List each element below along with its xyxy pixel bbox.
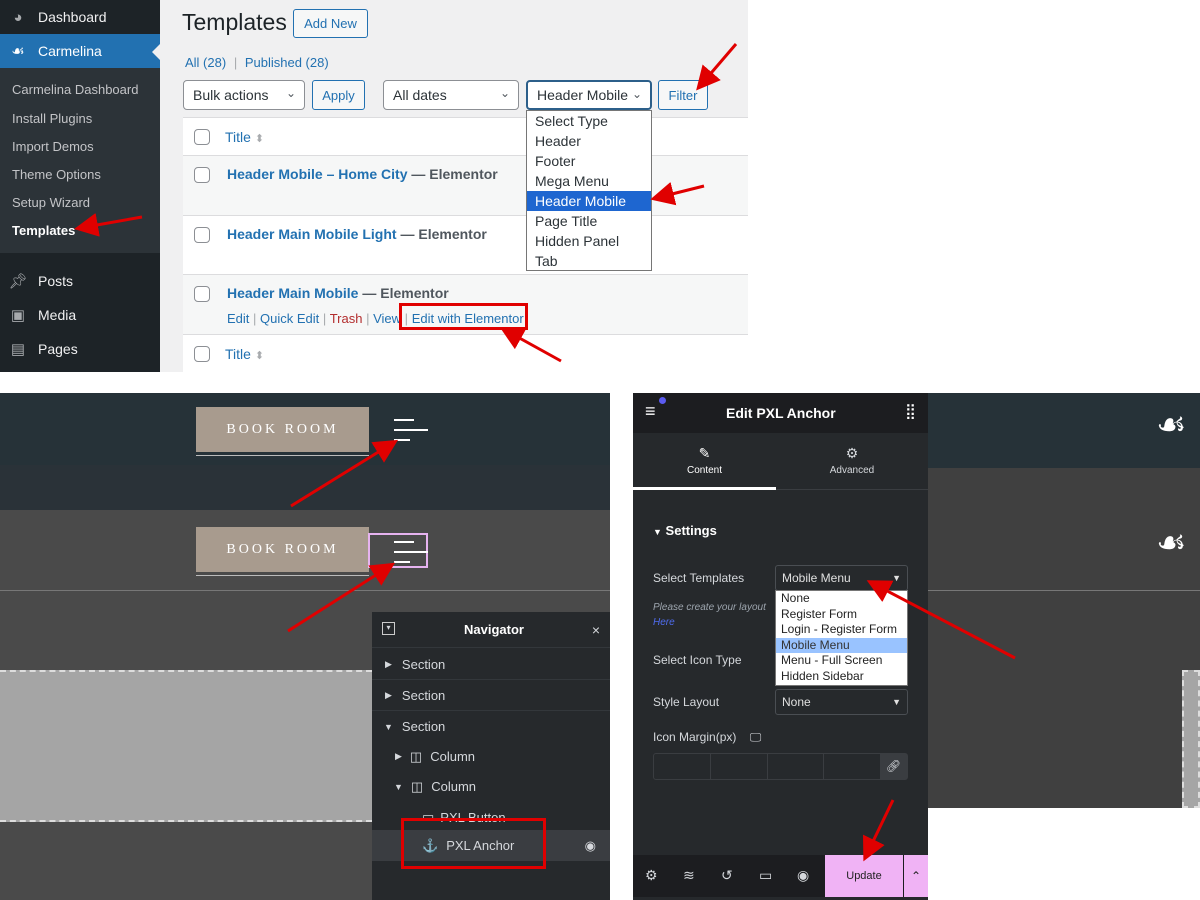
arrow-header-mobile <box>650 181 705 206</box>
arrow-filter <box>696 43 738 91</box>
arrow-hamburger <box>290 439 399 508</box>
arrow-edit-elementor <box>499 327 562 363</box>
arrow-select-templates <box>866 580 1016 660</box>
arrow-update <box>863 799 895 862</box>
annotation-arrows <box>74 43 1016 862</box>
arrow-templates <box>74 213 143 237</box>
arrow-hamburger-selected <box>287 562 396 633</box>
